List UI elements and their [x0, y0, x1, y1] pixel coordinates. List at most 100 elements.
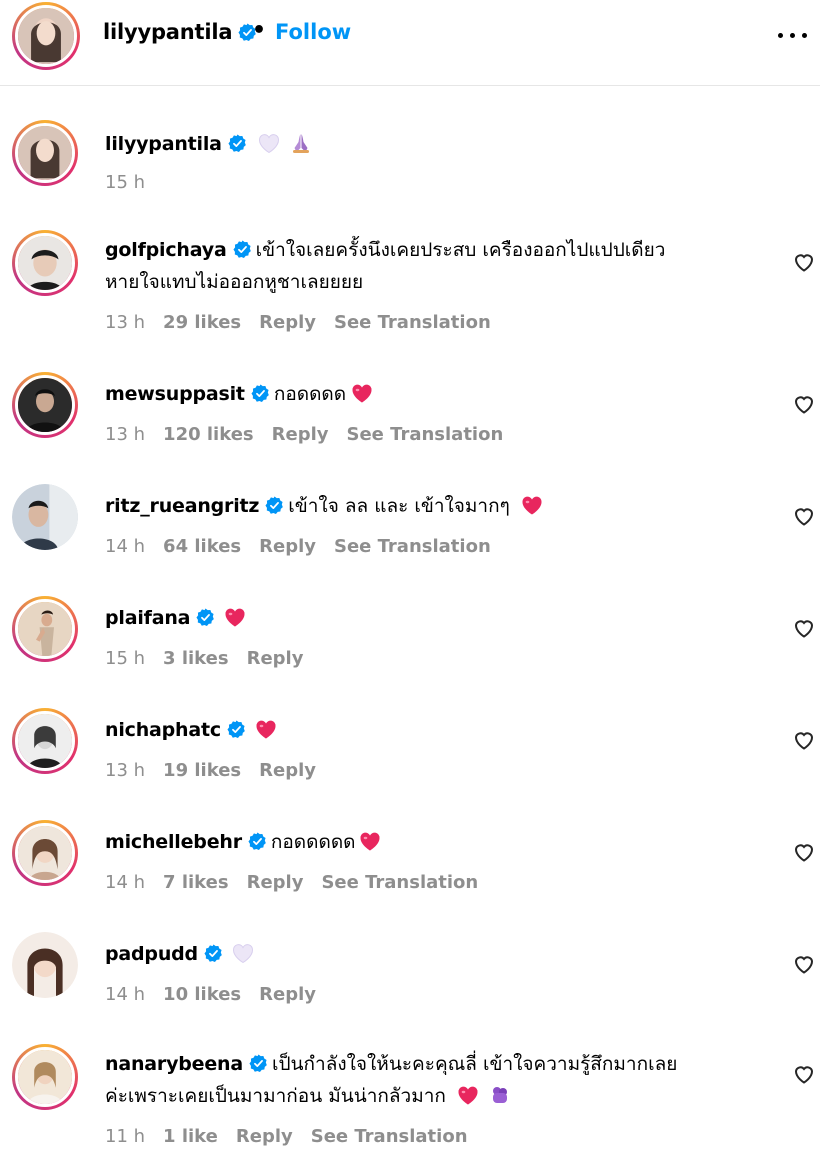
comment-username[interactable]: michellebehr	[105, 831, 242, 853]
comment-username[interactable]: golfpichaya	[105, 239, 227, 261]
commenter-avatar[interactable]	[12, 596, 78, 662]
comment-body: nanarybeena เป็นกำลังใจให้นะคะคุณลี่ เข้า…	[105, 1048, 775, 1112]
comment-text: เข้าใจเลยครั้งนึงเคยประสบ เครืองออกไปแปป…	[255, 239, 666, 261]
likes-count[interactable]: 1 like	[163, 1126, 218, 1147]
like-heart-icon[interactable]	[792, 250, 816, 274]
verified-badge-icon	[228, 134, 247, 153]
comment-username[interactable]: plaifana	[105, 607, 190, 629]
header-username[interactable]: lilyypantila	[103, 20, 233, 44]
like-heart-icon[interactable]	[792, 392, 816, 416]
reply-button[interactable]: Reply	[259, 536, 316, 557]
comment-body: padpudd	[105, 938, 775, 970]
comment-text-line2: หายใจแทบไม่อออกหูชาเลยยยย	[105, 271, 364, 293]
comment-username[interactable]: nanarybeena	[105, 1053, 243, 1075]
comment-username[interactable]: ritz_rueangritz	[105, 495, 259, 517]
likes-count[interactable]: 29 likes	[163, 312, 241, 333]
verified-badge-icon	[233, 240, 252, 259]
likes-count[interactable]: 19 likes	[163, 760, 241, 781]
commenter-avatar[interactable]	[12, 1044, 78, 1110]
commenter-avatar[interactable]	[12, 820, 78, 886]
verified-badge-icon	[204, 944, 223, 963]
like-heart-icon[interactable]	[792, 616, 816, 640]
caption-time: 15 h	[105, 172, 146, 193]
comment-meta: 15 h 3 likes Reply	[105, 648, 321, 669]
reply-button[interactable]: Reply	[272, 424, 329, 445]
commenter-avatar[interactable]	[12, 484, 78, 550]
comment-body: nichaphatc	[105, 714, 775, 746]
follow-button[interactable]: Follow	[275, 20, 351, 44]
comment-text: กอดดดดด	[270, 831, 356, 853]
white-heart-icon	[257, 131, 281, 155]
caption-meta: 15 h	[105, 172, 163, 193]
comment-username[interactable]: nichaphatc	[105, 719, 221, 741]
likes-count[interactable]: 64 likes	[163, 536, 241, 557]
reply-button[interactable]: Reply	[247, 872, 304, 893]
commenter-avatar[interactable]	[12, 932, 78, 998]
verified-badge-icon	[248, 832, 267, 851]
comment-meta: 11 h 1 like Reply See Translation	[105, 1126, 486, 1147]
see-translation-button[interactable]: See Translation	[311, 1126, 468, 1147]
reply-button[interactable]: Reply	[259, 984, 316, 1005]
see-translation-button[interactable]: See Translation	[321, 872, 478, 893]
commenter-avatar[interactable]	[12, 708, 78, 774]
like-heart-icon[interactable]	[792, 504, 816, 528]
comment-body: mewsuppasit กอดดดด	[105, 378, 775, 410]
comment-meta: 14 h 7 likes Reply See Translation	[105, 872, 496, 893]
comment-time: 14 h	[105, 872, 146, 893]
verified-badge-icon	[265, 496, 284, 515]
purple-hands-icon	[488, 1083, 512, 1107]
reply-button[interactable]: Reply	[247, 648, 304, 669]
likes-count[interactable]: 120 likes	[163, 424, 254, 445]
more-options-icon[interactable]	[776, 18, 810, 52]
red-heart-icon	[254, 717, 278, 741]
header-separator: •	[252, 18, 267, 43]
header-username-row: lilyypantila	[103, 20, 257, 44]
comment-time: 14 h	[105, 984, 146, 1005]
header-avatar[interactable]	[12, 2, 80, 70]
comment-body: plaifana	[105, 602, 775, 634]
red-heart-icon	[520, 493, 544, 517]
comment-text-line2: ค่ะเพราะเคยเป็นมามาก่อน มันน่ากลัวมาก	[105, 1085, 446, 1107]
reply-button[interactable]: Reply	[259, 760, 316, 781]
white-heart-icon	[231, 941, 255, 965]
comment-meta: 13 h 19 likes Reply	[105, 760, 334, 781]
like-heart-icon[interactable]	[792, 952, 816, 976]
likes-count[interactable]: 3 likes	[163, 648, 229, 669]
verified-badge-icon	[251, 384, 270, 403]
caption-avatar[interactable]	[12, 120, 78, 186]
comment-meta: 13 h 120 likes Reply See Translation	[105, 424, 521, 445]
reply-button[interactable]: Reply	[236, 1126, 293, 1147]
like-heart-icon[interactable]	[792, 840, 816, 864]
likes-count[interactable]: 7 likes	[163, 872, 229, 893]
comment-meta: 14 h 64 likes Reply See Translation	[105, 536, 509, 557]
see-translation-button[interactable]: See Translation	[334, 536, 491, 557]
red-heart-icon	[358, 829, 382, 853]
verified-badge-icon	[227, 720, 246, 739]
caption-username[interactable]: lilyypantila	[105, 133, 222, 155]
see-translation-button[interactable]: See Translation	[347, 424, 504, 445]
comment-meta: 14 h 10 likes Reply	[105, 984, 334, 1005]
verified-badge-icon	[249, 1054, 268, 1073]
comment-username[interactable]: mewsuppasit	[105, 383, 245, 405]
comment-time: 15 h	[105, 648, 146, 669]
comment-meta: 13 h 29 likes Reply See Translation	[105, 312, 509, 333]
red-heart-icon	[456, 1083, 480, 1107]
comment-username[interactable]: padpudd	[105, 943, 198, 965]
praying-hands-icon	[289, 131, 313, 155]
comment-body: golfpichaya เข้าใจเลยครั้งนึงเคยประสบ เคร…	[105, 234, 775, 298]
commenter-avatar[interactable]	[12, 372, 78, 438]
comment-time: 13 h	[105, 312, 146, 333]
comment-time: 14 h	[105, 536, 146, 557]
like-heart-icon[interactable]	[792, 1062, 816, 1086]
comment-time: 13 h	[105, 424, 146, 445]
like-heart-icon[interactable]	[792, 728, 816, 752]
red-heart-icon	[223, 605, 247, 629]
comment-text: เป็นกำลังใจให้นะคะคุณลี่ เข้าใจความรู้สึ…	[271, 1053, 678, 1075]
commenter-avatar[interactable]	[12, 230, 78, 296]
comment-body: ritz_rueangritz เข้าใจ ลล และ เข้าใจมากๆ	[105, 490, 775, 522]
see-translation-button[interactable]: See Translation	[334, 312, 491, 333]
comment-time: 13 h	[105, 760, 146, 781]
likes-count[interactable]: 10 likes	[163, 984, 241, 1005]
reply-button[interactable]: Reply	[259, 312, 316, 333]
red-heart-icon	[350, 381, 374, 405]
